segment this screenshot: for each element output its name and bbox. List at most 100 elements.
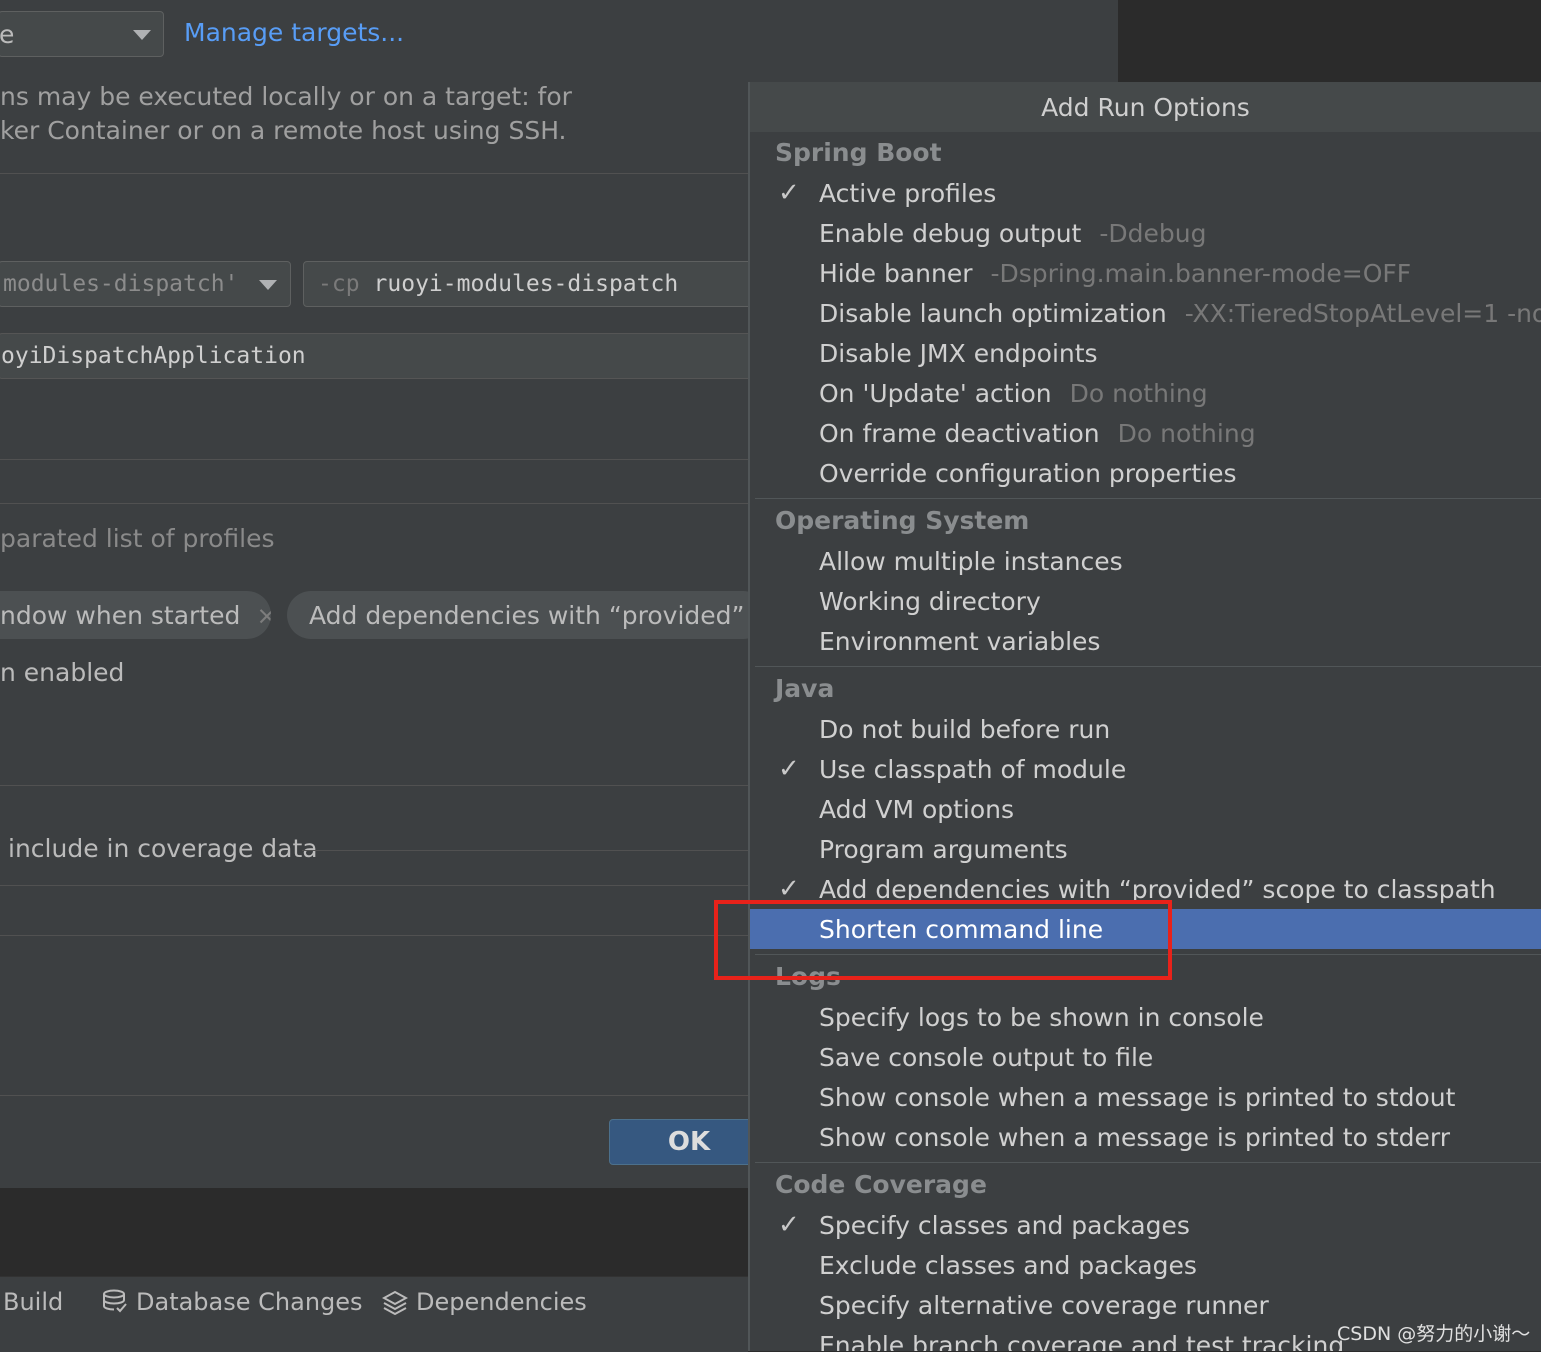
- section-code-coverage: Code Coverage: [775, 1170, 987, 1199]
- option-label: Show console when a message is printed t…: [819, 1082, 1456, 1112]
- option-environment-variables[interactable]: Environment variables: [750, 621, 1541, 661]
- enabled-text: n enabled: [0, 658, 125, 687]
- editor-background: [0, 1188, 748, 1276]
- option-label: Show console when a message is printed t…: [819, 1122, 1451, 1152]
- option-add-vm-options[interactable]: Add VM options: [750, 789, 1541, 829]
- divider: [0, 1095, 748, 1096]
- option-label: Program arguments: [819, 834, 1068, 864]
- target-description-line-1: ns may be executed locally or on a targe…: [0, 82, 572, 111]
- tool-window-dependencies-label: Dependencies: [416, 1288, 587, 1316]
- option-disable-launch-optimization[interactable]: Disable launch optimization -XX:TieredSto…: [750, 293, 1541, 333]
- option-label: Disable launch optimization: [819, 298, 1167, 328]
- option-label: Add VM options: [819, 794, 1015, 824]
- classpath-field[interactable]: -cp ruoyi-modules-dispatch: [303, 261, 763, 307]
- option-label: Override configuration properties: [819, 458, 1237, 488]
- option-specify-classes-packages[interactable]: ✓ Specify classes and packages: [750, 1205, 1541, 1245]
- option-label: Exclude classes and packages: [819, 1250, 1197, 1280]
- option-working-directory[interactable]: Working directory: [750, 581, 1541, 621]
- main-class-field[interactable]: oyiDispatchApplication: [0, 333, 768, 379]
- option-label: Specify logs to be shown in console: [819, 1002, 1264, 1032]
- module-combo[interactable]: modules-dispatch': [0, 261, 291, 307]
- option-chip-label: ndow when started: [0, 600, 241, 630]
- option-label: Environment variables: [819, 626, 1101, 656]
- option-hint: -Dspring.main.banner-mode=OFF: [990, 258, 1412, 288]
- option-program-arguments[interactable]: Program arguments: [750, 829, 1541, 869]
- classpath-prefix: -cp: [318, 271, 360, 297]
- tool-window-build-label: Build: [3, 1288, 64, 1316]
- layers-icon: [382, 1290, 408, 1315]
- option-disable-jmx-endpoints[interactable]: Disable JMX endpoints: [750, 333, 1541, 373]
- tool-window-database-changes[interactable]: Database Changes: [102, 1288, 363, 1316]
- option-hide-banner[interactable]: Hide banner -Dspring.main.banner-mode=OFF: [750, 253, 1541, 293]
- option-chip-add-dependencies[interactable]: Add dependencies with “provided” sco: [287, 591, 767, 639]
- divider: [0, 785, 748, 786]
- annotation-highlight-box: [714, 900, 1172, 980]
- divider: [0, 935, 748, 936]
- option-label: Active profiles: [819, 178, 997, 208]
- option-label: Use classpath of module: [819, 754, 1127, 784]
- option-label: On frame deactivation: [819, 418, 1100, 448]
- option-label: On 'Update' action: [819, 378, 1052, 408]
- option-enable-debug-output[interactable]: Enable debug output -Ddebug: [750, 213, 1541, 253]
- option-label: Working directory: [819, 586, 1041, 616]
- option-specify-logs[interactable]: Specify logs to be shown in console: [750, 997, 1541, 1037]
- manage-targets-link[interactable]: Manage targets...: [184, 18, 404, 47]
- option-chip-label: Add dependencies with “provided” sco: [309, 600, 767, 630]
- option-label: Enable branch coverage and test tracking: [819, 1330, 1345, 1352]
- chevron-down-icon: [259, 280, 277, 290]
- option-label: Do not build before run: [819, 714, 1111, 744]
- popup-title: Add Run Options: [750, 82, 1541, 132]
- option-label: Enable debug output: [819, 218, 1082, 248]
- option-allow-multiple-instances[interactable]: Allow multiple instances: [750, 541, 1541, 581]
- divider: [0, 885, 748, 886]
- run-on-target-combo[interactable]: e: [0, 11, 164, 57]
- run-on-target-value: e: [0, 19, 15, 49]
- editor-background: [1118, 0, 1541, 82]
- coverage-section-label: include in coverage data: [8, 834, 318, 863]
- option-use-classpath-of-module[interactable]: ✓ Use classpath of module: [750, 749, 1541, 789]
- watermark: CSDN @努力的小谢～: [1337, 1323, 1531, 1345]
- divider: [0, 503, 748, 504]
- divider: [0, 459, 748, 460]
- target-description-line-2: ker Container or on a remote host using …: [0, 116, 567, 145]
- option-on-update-action[interactable]: On 'Update' action Do nothing: [750, 373, 1541, 413]
- add-run-options-popup: Add Run Options Spring Boot ✓ Active pro…: [748, 82, 1541, 1351]
- option-label: Save console output to file: [819, 1042, 1154, 1072]
- option-show-console-stdout[interactable]: Show console when a message is printed t…: [750, 1077, 1541, 1117]
- module-combo-value: modules-dispatch': [3, 271, 239, 297]
- chevron-down-icon: [133, 30, 151, 40]
- section-operating-system: Operating System: [775, 506, 1030, 535]
- option-hint: Do nothing: [1117, 418, 1256, 448]
- divider: [755, 1162, 1541, 1163]
- tool-window-database-changes-label: Database Changes: [136, 1288, 363, 1316]
- option-on-frame-deactivation[interactable]: On frame deactivation Do nothing: [750, 413, 1541, 453]
- option-override-configuration-properties[interactable]: Override configuration properties: [750, 453, 1541, 493]
- section-java: Java: [775, 674, 835, 703]
- active-profiles-placeholder[interactable]: parated list of profiles: [0, 524, 275, 553]
- option-do-not-build-before-run[interactable]: Do not build before run: [750, 709, 1541, 749]
- check-icon: ✓: [778, 1210, 800, 1240]
- divider: [755, 666, 1541, 667]
- tool-window-build[interactable]: Build: [3, 1288, 63, 1316]
- database-changes-icon: [103, 1289, 127, 1313]
- option-label: Specify classes and packages: [819, 1210, 1190, 1240]
- ok-button[interactable]: OK: [609, 1119, 769, 1165]
- option-label: Allow multiple instances: [819, 546, 1123, 576]
- option-exclude-classes-packages[interactable]: Exclude classes and packages: [750, 1245, 1541, 1285]
- coverage-divider: [302, 850, 748, 851]
- divider: [755, 498, 1541, 499]
- classpath-value: ruoyi-modules-dispatch: [373, 271, 679, 297]
- option-hint: Do nothing: [1069, 378, 1208, 408]
- option-hint: -Ddebug: [1099, 218, 1207, 248]
- option-hint: -XX:TieredStopAtLevel=1 -noverify: [1184, 298, 1541, 328]
- option-label: Hide banner: [819, 258, 973, 288]
- check-icon: ✓: [778, 754, 800, 784]
- option-chip-open-window[interactable]: ndow when started ×: [0, 591, 271, 639]
- option-show-console-stderr[interactable]: Show console when a message is printed t…: [750, 1117, 1541, 1157]
- option-label: Specify alternative coverage runner: [819, 1290, 1269, 1320]
- option-save-console-output[interactable]: Save console output to file: [750, 1037, 1541, 1077]
- option-active-profiles[interactable]: ✓ Active profiles: [750, 173, 1541, 213]
- tool-window-dependencies[interactable]: Dependencies: [382, 1288, 587, 1316]
- check-icon: ✓: [778, 178, 800, 208]
- close-icon[interactable]: ×: [256, 601, 271, 630]
